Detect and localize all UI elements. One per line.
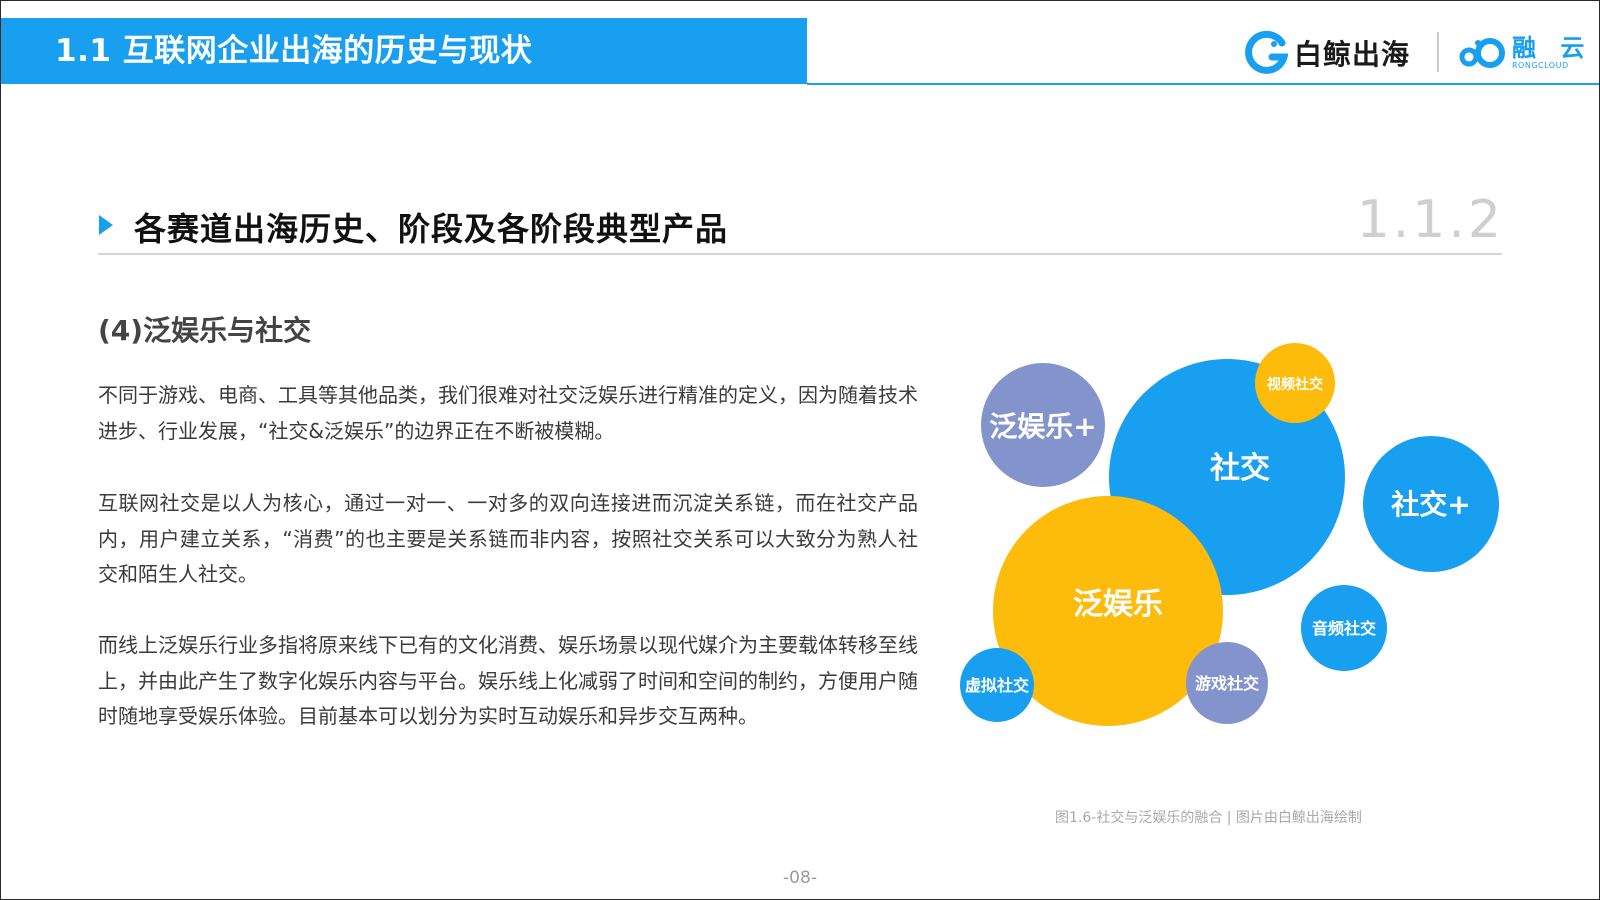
- whale-logo-icon: [1245, 31, 1288, 74]
- bubble-audio-social: 音频社交: [1301, 585, 1387, 671]
- rongcloud-logo-icon: [1459, 38, 1505, 68]
- chapter-title: 1.1 互联网企业出海的历史与现状: [55, 33, 533, 69]
- section-title: 各赛道出海历史、阶段及各阶段典型产品: [134, 210, 729, 248]
- bubble-social-plus-label: 社交+: [1391, 488, 1470, 521]
- bubble-video-social-label: 视频社交: [1267, 376, 1323, 393]
- page-number: -08-: [783, 868, 817, 888]
- header-bar: 1.1 互联网企业出海的历史与现状: [1, 18, 807, 84]
- bubble-game-social-label: 游戏社交: [1195, 674, 1259, 693]
- bubble-virtual-social-label: 虚拟社交: [965, 676, 1029, 695]
- subsection-title: (4)泛娱乐与社交: [98, 314, 312, 347]
- social-entertainment-bubble-diagram: 社交 泛娱乐+ 泛娱乐 视频社交 社交+ 音频社交 游戏社交 虚拟社交: [960, 343, 1499, 726]
- paragraph-entertainment: 而线上泛娱乐行业多指将原来线下已有的文化消费、娱乐场景以现代媒介为主要载体转移至…: [98, 633, 918, 728]
- bubble-virtual-social: 虚拟社交: [960, 648, 1034, 722]
- section-number: 1.1.2: [1356, 190, 1504, 250]
- paragraph-definition: 不同于游戏、电商、工具等其他品类，我们很难对社交泛娱乐进行精准的定义，因为随着技…: [98, 383, 918, 443]
- bubble-entertainment-plus: 泛娱乐+: [981, 363, 1105, 487]
- logo-separator: [1437, 32, 1439, 72]
- rongcloud-brand-cn: 融 云: [1512, 34, 1593, 62]
- rongcloud-brand-en: RONGCLOUD: [1512, 61, 1569, 70]
- bubble-social-label: 社交: [1210, 451, 1270, 486]
- figure-caption: 图1.6-社交与泛娱乐的融合 | 图片由白鲸出海绘制: [1055, 810, 1362, 826]
- bubble-audio-social-label: 音频社交: [1312, 619, 1376, 638]
- baijing-logo: 白鲸出海: [1244, 30, 1410, 76]
- bubble-video-social: 视频社交: [1255, 343, 1335, 423]
- section-arrow-icon: [99, 215, 113, 235]
- rongcloud-logo: 融 云 RONGCLOUD: [1458, 30, 1592, 76]
- bubble-entertainment-plus-label: 泛娱乐+: [989, 410, 1096, 443]
- bubble-social-plus: 社交+: [1363, 436, 1499, 572]
- section-divider: [98, 253, 1502, 255]
- bubble-game-social: 游戏社交: [1186, 642, 1268, 724]
- baijing-brand-name: 白鲸出海: [1294, 38, 1411, 71]
- bubble-entertainment-label: 泛娱乐: [1073, 587, 1163, 622]
- header-divider: [807, 83, 1599, 85]
- paragraph-social: 互联网社交是以人为核心，通过一对一、一对多的双向连接进而沉淀关系链，而在社交产品…: [98, 491, 918, 586]
